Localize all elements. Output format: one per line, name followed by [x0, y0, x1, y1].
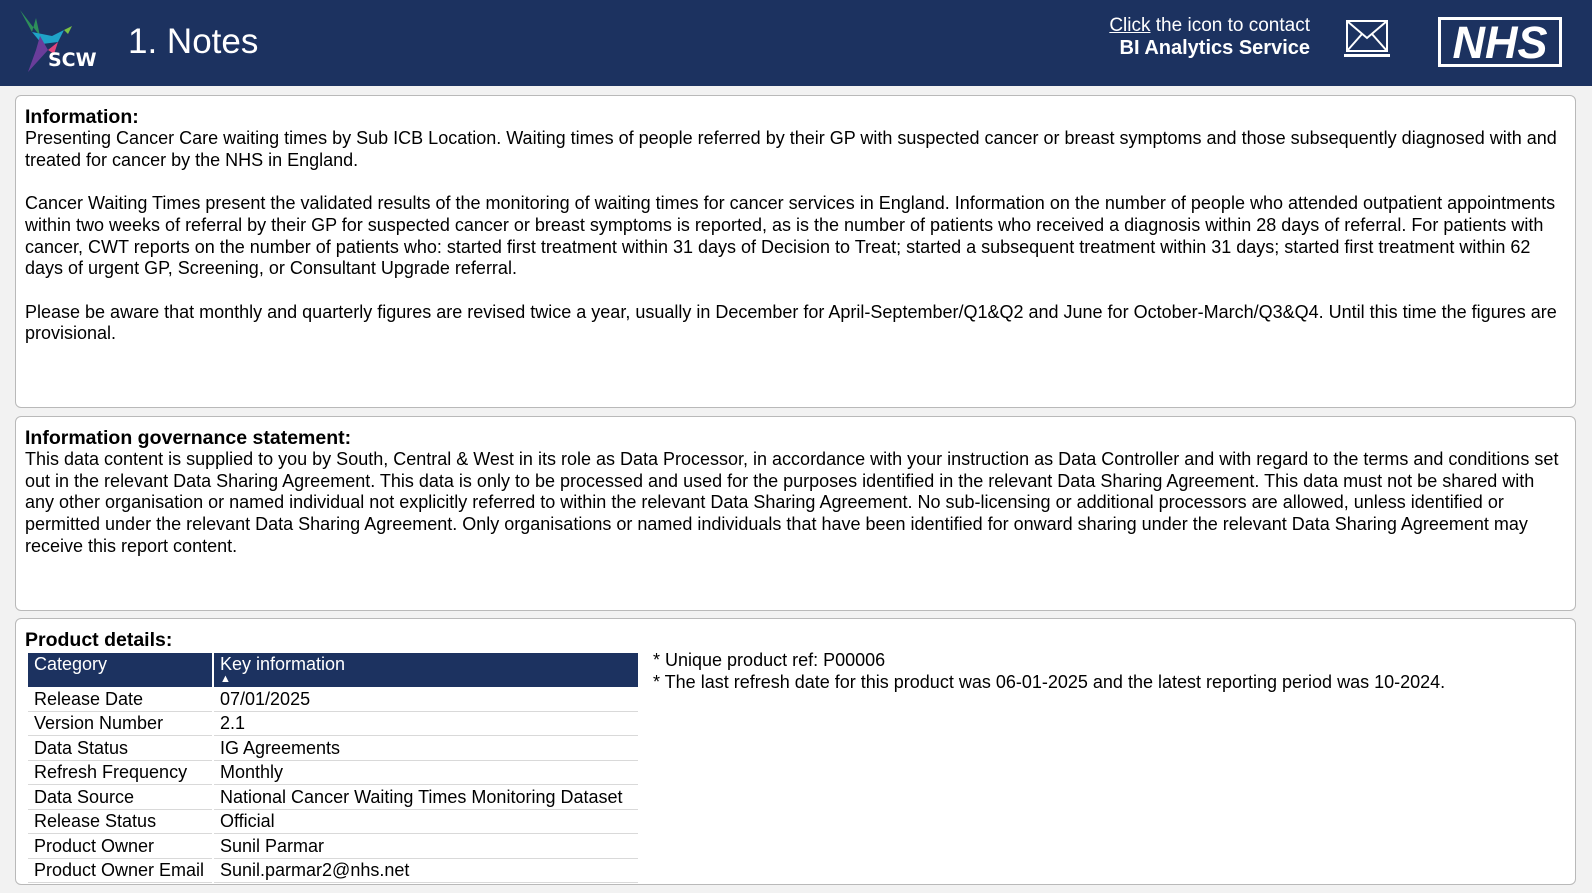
- table-cell: Refresh Frequency: [28, 760, 213, 785]
- table-row: Product Owner Email Sunil.parmar2@nhs.net: [28, 858, 638, 883]
- column-header-category[interactable]: Category: [28, 653, 213, 687]
- table-row: Release Date 07/01/2025: [28, 687, 638, 712]
- table-cell: IG Agreements: [212, 735, 638, 761]
- table-cell: Release Date: [28, 687, 213, 712]
- nhs-logo: NHS: [1438, 17, 1562, 67]
- scw-logo-text: SCW: [48, 49, 97, 71]
- page-title: 1. Notes: [128, 22, 259, 61]
- table-cell: Product Owner: [28, 833, 213, 859]
- governance-statement: This data content is supplied to you by …: [25, 449, 1559, 556]
- table-row: Version Number 2.1: [28, 711, 638, 736]
- information-paragraph-2: Cancer Waiting Times present the validat…: [25, 193, 1556, 279]
- report-header: SCW 1. Notes Click the icon to contact B…: [0, 0, 1592, 86]
- table-cell: 2.1: [212, 711, 638, 736]
- product-details-table: Category Key information ▲ Release Date 07…: [28, 653, 638, 883]
- table-cell: Data Status: [28, 735, 213, 761]
- nhs-logo-text: NHS: [1452, 17, 1547, 67]
- information-heading: Information:: [25, 106, 139, 128]
- table-cell: Sunil.parmar2@nhs.net: [212, 858, 638, 883]
- scw-hummingbird-logo: SCW: [20, 10, 97, 72]
- table-cell: Sunil Parmar: [212, 833, 638, 859]
- governance-heading: Information governance statement:: [25, 427, 352, 449]
- table-cell: National Cancer Waiting Times Monitoring…: [212, 784, 638, 810]
- envelope-icon[interactable]: [1344, 18, 1390, 58]
- table-cell: Official: [212, 809, 638, 834]
- table-cell: 07/01/2025: [212, 687, 638, 712]
- table-row: Product Owner Sunil Parmar: [28, 833, 638, 859]
- table-header-row: Category Key information ▲: [28, 653, 638, 687]
- contact-text: Click the icon to contact BI Analytics S…: [1109, 14, 1310, 60]
- governance-panel: Information governance statement: This d…: [15, 416, 1576, 611]
- table-cell: Monthly: [212, 760, 638, 785]
- information-paragraph-1: Presenting Cancer Care waiting times by …: [25, 128, 1557, 170]
- contact-link[interactable]: Click: [1109, 15, 1150, 36]
- product-details-panel: Product details: Category Key informatio…: [15, 618, 1576, 885]
- contact-service-name: BI Analytics Service: [1119, 37, 1310, 59]
- product-notes: * Unique product ref: P00006 * The last …: [653, 649, 1445, 693]
- table-cell: Data Source: [28, 784, 213, 810]
- refresh-date-note: * The last refresh date for this product…: [653, 672, 1446, 692]
- table-row: Refresh Frequency Monthly: [28, 760, 638, 785]
- information-paragraph-3: Please be aware that monthly and quarter…: [25, 301, 1557, 344]
- column-header-key-information[interactable]: Key information ▲: [212, 653, 638, 687]
- table-cell: Product Owner Email: [28, 858, 213, 883]
- table-cell: Version Number: [28, 711, 213, 736]
- contact-instruction: the icon to contact: [1150, 15, 1310, 36]
- table-cell: Release Status: [28, 809, 213, 834]
- table-row: Data Source National Cancer Waiting Times…: [28, 784, 638, 810]
- product-details-heading: Product details:: [25, 629, 173, 651]
- sort-ascending-icon[interactable]: ▲: [220, 674, 632, 685]
- product-ref-note: * Unique product ref: P00006: [653, 650, 886, 670]
- information-panel: Information: Presenting Cancer Care wait…: [15, 95, 1576, 408]
- table-row: Data Status IG Agreements: [28, 735, 638, 761]
- table-row: Release Status Official: [28, 809, 638, 834]
